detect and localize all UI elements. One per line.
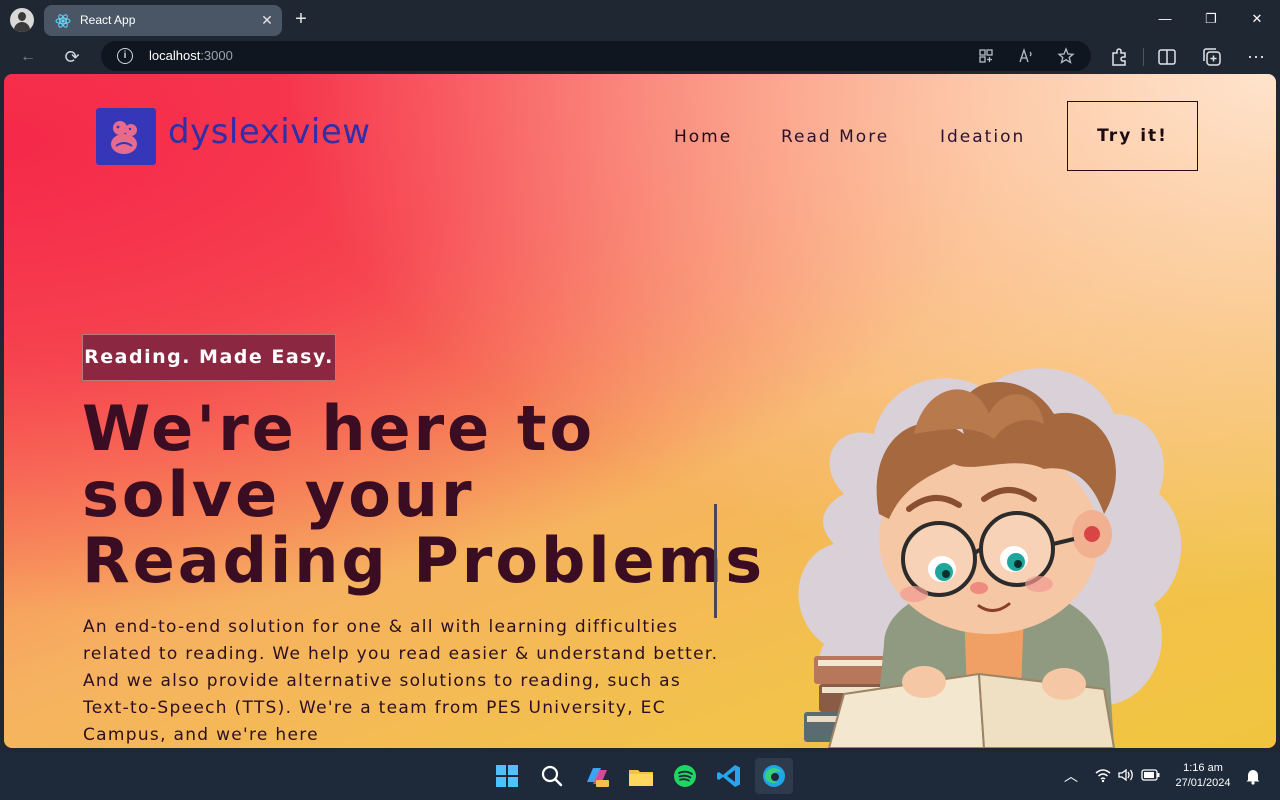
minimize-icon[interactable]: —	[1150, 6, 1180, 32]
nav-home[interactable]: Home	[674, 127, 732, 147]
clock-date: 27/01/2024	[1175, 777, 1231, 789]
logo-text[interactable]: dyslexiview	[168, 112, 371, 152]
taskbar-clock[interactable]: 1:16 am 27/01/2024	[1170, 761, 1236, 791]
copilot-icon[interactable]	[581, 760, 613, 792]
close-window-icon[interactable]: ✕	[1242, 6, 1272, 32]
restore-icon[interactable]: ❐	[1196, 6, 1226, 32]
refresh-icon[interactable]: ⟳	[60, 45, 84, 69]
boy-reading-illustration	[798, 368, 1182, 748]
hero-line-2: solve your	[82, 458, 475, 531]
tab-title: React App	[80, 13, 136, 27]
read-aloud-icon[interactable]	[1016, 46, 1036, 66]
collections-icon[interactable]	[1200, 45, 1224, 69]
address-bar[interactable]: i localhost:3000	[101, 41, 1091, 71]
wifi-icon[interactable]	[1094, 767, 1112, 783]
split-screen-icon[interactable]	[1155, 45, 1179, 69]
address-text[interactable]: localhost:3000	[149, 48, 233, 63]
chevron-up-icon[interactable]: ︿	[1064, 766, 1078, 786]
tagline-badge: Reading. Made Easy.	[82, 334, 336, 381]
vscode-icon[interactable]	[713, 760, 745, 792]
browser-tab-react-app[interactable]: React App ✕	[44, 5, 282, 36]
bell-icon[interactable]	[1245, 767, 1261, 785]
spotify-icon[interactable]	[669, 760, 701, 792]
more-icon[interactable]: ⋯	[1244, 45, 1268, 69]
extensions-icon[interactable]	[1107, 45, 1131, 69]
hero-line-3: Reading Problems	[82, 524, 766, 597]
app-icon[interactable]	[976, 46, 996, 66]
browser-titlebar: React App ✕ + — ❐ ✕	[0, 0, 1280, 40]
typing-caret	[714, 504, 717, 618]
try-it-button[interactable]: Try it!	[1067, 101, 1198, 171]
browser-toolbar: ← ⟳ i localhost:3000 ⋯	[0, 40, 1280, 74]
back-icon[interactable]: ←	[16, 45, 40, 69]
address-port: :3000	[200, 48, 233, 63]
page-viewport: dyslexiview Home Read More Ideation Try …	[4, 74, 1276, 748]
taskbar: ︿ 1:16 am 27/01/2024	[0, 752, 1280, 800]
new-tab-button[interactable]: +	[290, 8, 312, 30]
logo-icon	[111, 121, 137, 154]
search-icon[interactable]	[536, 760, 568, 792]
edge-taskbar-item[interactable]	[755, 758, 793, 794]
close-tab-icon[interactable]: ✕	[258, 11, 276, 29]
edge-icon	[763, 765, 785, 787]
react-icon	[55, 14, 71, 28]
hero-title: We're here to solve your Reading Problem…	[82, 396, 762, 594]
address-host: localhost	[149, 48, 201, 63]
favorite-icon[interactable]	[1056, 46, 1076, 66]
battery-icon[interactable]	[1141, 768, 1161, 782]
toolbar-divider	[1143, 48, 1144, 66]
hero-line-1: We're here to	[82, 392, 596, 465]
clock-time: 1:16 am	[1183, 762, 1223, 774]
nav-read-more[interactable]: Read More	[781, 127, 889, 147]
logo-mark[interactable]	[96, 108, 156, 165]
hero-description: An end-to-end solution for one & all wit…	[83, 617, 719, 745]
profile-icon[interactable]	[10, 8, 34, 32]
volume-icon[interactable]	[1117, 767, 1135, 783]
file-explorer-icon[interactable]	[625, 760, 657, 792]
nav-ideation[interactable]: Ideation	[940, 127, 1025, 147]
windows-start-icon[interactable]	[491, 760, 523, 792]
info-icon[interactable]: i	[117, 48, 133, 64]
